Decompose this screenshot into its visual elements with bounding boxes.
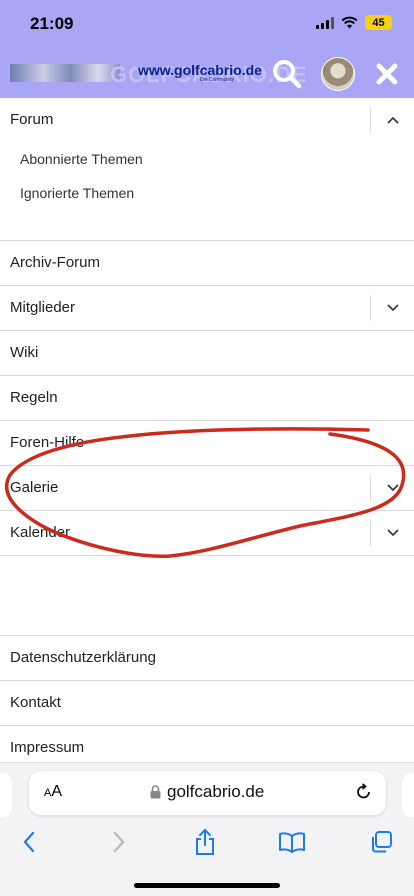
book-icon: [279, 832, 305, 853]
menu-group-forum: Forum Abonnierte Themen Ignorierte Theme…: [0, 98, 414, 241]
url-text: golfcabrio.de: [167, 782, 265, 801]
footer-item-label: Datenschutzerklärung: [10, 649, 156, 666]
back-button[interactable]: [14, 827, 44, 857]
bookmarks-button[interactable]: [277, 827, 307, 857]
menu-item-label: Forum: [10, 111, 54, 128]
browser-toolbar: [0, 825, 414, 859]
status-time: 21:09: [30, 14, 74, 33]
menu-item-galerie[interactable]: Galerie: [0, 466, 414, 511]
chevron-left-icon: [23, 831, 35, 853]
menu-item-forum[interactable]: Forum: [0, 98, 414, 143]
address-bar[interactable]: AA golfcabrio.de: [29, 771, 386, 815]
text-size-button[interactable]: AA: [44, 783, 62, 801]
browser-bottom-bar: AA golfcabrio.de: [0, 762, 414, 896]
battery-indicator: 45: [365, 15, 392, 30]
footer-item-kontakt[interactable]: Kontakt: [0, 681, 414, 726]
submenu-item-abonnierte-themen[interactable]: Abonnierte Themen: [0, 143, 414, 177]
expand-toggle[interactable]: [370, 475, 414, 501]
expand-toggle[interactable]: [370, 295, 414, 321]
chevron-down-icon: [386, 484, 399, 492]
search-button[interactable]: [270, 57, 304, 91]
submenu-item-ignorierte-themen[interactable]: Ignorierte Themen: [0, 177, 414, 211]
menu-item-foren-hilfe[interactable]: Foren-Hilfe: [0, 421, 414, 466]
menu-item-kalender[interactable]: Kalender: [0, 511, 414, 556]
navigation-menu: Forum Abonnierte Themen Ignorierte Theme…: [0, 98, 414, 771]
submenu-item-label: Ignorierte Themen: [20, 185, 135, 201]
footer-item-label: Impressum: [10, 739, 85, 756]
menu-item-label: Kalender: [10, 524, 71, 541]
menu-item-mitglieder[interactable]: Mitglieder: [0, 286, 414, 331]
status-indicators: 45: [316, 15, 392, 30]
menu-item-label: Galerie: [10, 479, 59, 496]
menu-item-archiv-forum[interactable]: Archiv-Forum: [0, 241, 414, 286]
logo-tagline: Die Community: [200, 77, 235, 83]
site-logo[interactable]: GOLFCABRIO.DE www.golfcabrio.de Die Comm…: [10, 62, 307, 87]
chevron-up-icon: [386, 116, 399, 124]
menu-item-label: Archiv-Forum: [10, 254, 101, 271]
chevron-down-icon: [386, 304, 399, 312]
home-indicator: [134, 883, 280, 888]
share-icon: [196, 828, 214, 855]
menu-item-regeln[interactable]: Regeln: [0, 376, 414, 421]
collapse-toggle[interactable]: [370, 107, 414, 133]
expand-toggle[interactable]: [370, 520, 414, 546]
menu-item-label: Mitglieder: [10, 299, 76, 316]
close-menu-button[interactable]: [370, 57, 404, 91]
logo-url-text: www.golfcabrio.de: [138, 62, 262, 78]
close-icon: [376, 63, 398, 85]
status-bar: 21:09 45: [0, 0, 414, 52]
site-header: GOLFCABRIO.DE www.golfcabrio.de Die Comm…: [0, 52, 414, 98]
search-icon: [273, 60, 302, 89]
share-button[interactable]: [190, 827, 220, 857]
footer-item-label: Kontakt: [10, 694, 61, 711]
menu-item-wiki[interactable]: Wiki: [0, 331, 414, 376]
submenu-item-label: Abonnierte Themen: [20, 151, 143, 167]
tabs-button[interactable]: [366, 827, 396, 857]
menu-item-label: Foren-Hilfe: [10, 434, 85, 451]
cellular-signal-icon: [316, 16, 334, 29]
chevron-down-icon: [386, 529, 399, 537]
user-avatar[interactable]: [321, 57, 355, 91]
chevron-right-icon: [113, 831, 125, 853]
previous-tab-edge[interactable]: [0, 773, 12, 817]
reload-icon[interactable]: [354, 782, 374, 802]
forward-button[interactable]: [104, 827, 134, 857]
lock-icon: [150, 785, 161, 799]
next-tab-edge[interactable]: [402, 773, 414, 817]
wifi-icon: [341, 16, 358, 29]
menu-item-label: Regeln: [10, 389, 58, 406]
tabs-icon: [372, 831, 392, 853]
menu-spacer: [0, 556, 414, 636]
logo-image-strip: [10, 64, 120, 82]
footer-item-datenschutz[interactable]: Datenschutzerklärung: [0, 636, 414, 681]
menu-item-label: Wiki: [10, 344, 39, 361]
